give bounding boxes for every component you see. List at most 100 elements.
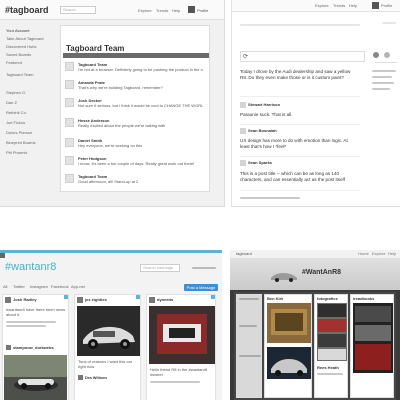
avatar — [240, 128, 246, 134]
divider — [317, 373, 343, 375]
car-photo-grid — [317, 303, 347, 361]
post-author: Dra Wilison — [85, 375, 107, 380]
sidebar-item-person-5[interactable]: Dolors Pierson — [6, 130, 32, 135]
sidebar-item-team[interactable]: Tagboard Team — [6, 72, 34, 77]
list-item[interactable]: Amanda Prate That's why we're building T… — [65, 80, 205, 97]
hashtag-banner: #WantAnR8 — [230, 258, 400, 290]
tab-all[interactable]: All — [3, 283, 7, 290]
divider — [382, 22, 396, 24]
avatar[interactable] — [188, 6, 195, 13]
post-author: Stewart Harrison — [248, 102, 281, 107]
car-photo — [353, 303, 393, 373]
sidebar-item-discovered[interactable]: Discovered Hubs — [6, 44, 36, 49]
avatar — [65, 174, 74, 183]
sidebar-item-featured[interactable]: Featured — [6, 60, 22, 65]
list-item[interactable]: Tagboard Team Good afternoon, all! Stand… — [65, 174, 205, 191]
list-item[interactable]: stampnow_dorkwebs — [6, 345, 66, 352]
sidebar-item-your-account[interactable]: Your Account — [6, 28, 29, 33]
search-input[interactable]: Search — [60, 6, 96, 14]
post-author: dyneeds — [157, 297, 174, 302]
car-photo — [149, 306, 215, 364]
list-item[interactable]: Peter Hodgson I know, it's been a fun co… — [65, 156, 205, 173]
screenshot-tagboard-feed: Explore Trends Help Profile ⟳ Today I dr… — [231, 0, 400, 207]
divider — [240, 190, 360, 191]
nav-help[interactable]: Help — [172, 8, 180, 13]
user-menu[interactable] — [192, 267, 216, 269]
post-text: Paraunie suck. That is all. — [240, 112, 293, 117]
post-text: #wantanr8 have there been news about it — [6, 307, 66, 317]
divider — [375, 62, 397, 63]
settings-icon[interactable] — [373, 52, 379, 58]
nav-explore[interactable]: Explore — [315, 3, 329, 8]
list-item[interactable]: Tagboard Team I'm not at a browser. Defi… — [65, 62, 205, 79]
sidebar-item-tour[interactable]: Take About Tagboard — [6, 36, 44, 41]
nav-explore[interactable]: Explore — [138, 8, 152, 13]
nav-trends[interactable]: Trends — [333, 3, 345, 8]
divider — [239, 355, 261, 357]
tab-instagram[interactable]: Instagram — [30, 283, 48, 290]
post-text: Good afternoon, all! Stand-up at 2 — [78, 179, 139, 184]
compose-icon: ⟳ — [243, 54, 249, 60]
tagboard-logo[interactable]: tagboard — [236, 251, 252, 257]
nav-explore[interactable]: Explore — [372, 251, 386, 257]
post-card[interactable]: fotografics Rees Heath — [314, 294, 348, 398]
sidebar-item-person-3[interactable]: Rethink Co. — [6, 110, 27, 115]
post-card[interactable]: ireadbooks — [350, 294, 394, 398]
avatar[interactable] — [0, 253, 5, 258]
divider — [240, 96, 360, 97]
avatar — [6, 345, 11, 350]
screenshot-hashtag-wall: tagboard Home Explore Help #WantAnR8 Ben… — [230, 250, 400, 400]
list-item[interactable]: Hesse Anderson Really excited about the … — [65, 118, 205, 135]
avatar[interactable] — [384, 52, 390, 58]
list-item[interactable]: Daniel Smith Hey everyone, we're working… — [65, 138, 205, 155]
list-item[interactable]: Dra Wilison — [78, 375, 138, 382]
post-author: Sean Bosnalah — [248, 128, 277, 133]
sidebar-item-saved[interactable]: Saved Boards — [6, 52, 31, 57]
post-card[interactable]: Ben Kirk — [264, 294, 312, 398]
car-photo — [4, 355, 67, 400]
search-input[interactable]: Search hashtags — [140, 264, 180, 272]
tab-appnet[interactable]: App.net — [71, 283, 85, 290]
divider — [239, 325, 257, 327]
user-menu[interactable]: Profile — [197, 8, 208, 13]
divider — [240, 24, 360, 26]
post-text: Hey everyone, we're working on this — [78, 143, 143, 148]
nav-home[interactable]: Home — [358, 251, 369, 257]
tagboard-logo[interactable]: #tagboard — [5, 5, 49, 15]
nav-help[interactable]: Help — [388, 251, 396, 257]
sidebar-item-person-6[interactable]: Blueprint Boards — [6, 140, 36, 145]
post-author: Sean Sparks — [248, 160, 273, 165]
list-item[interactable]: Josh Decker Not sure if serious, but I t… — [65, 98, 205, 115]
tab-twitter[interactable]: Twitter — [13, 283, 25, 290]
avatar — [240, 102, 246, 108]
board-toolbar — [63, 53, 209, 58]
sidebar-item-person-2[interactable]: Dan Z — [6, 100, 17, 105]
garage-photo — [267, 303, 311, 343]
hashtag-title: #WantAnR8 — [302, 269, 342, 276]
avatar[interactable] — [372, 2, 379, 9]
post-message-button[interactable]: Post a Message — [184, 284, 218, 291]
avatar — [5, 297, 11, 303]
compose-box[interactable]: ⟳ — [240, 51, 365, 62]
board-card: Tagboard Team Tagboard Team I'm not at a… — [60, 25, 210, 192]
divider — [372, 76, 392, 78]
avatar — [65, 80, 74, 89]
divider — [372, 88, 390, 90]
post-card[interactable] — [236, 294, 262, 398]
top-navigation-bar: Explore Trends Help Profile — [232, 0, 400, 12]
nav-help[interactable]: Help — [349, 3, 357, 8]
sidebar-item-person-1[interactable]: Stephen G. — [6, 90, 26, 95]
post-card[interactable]: jes eighties Tons of reasons I want this… — [74, 294, 141, 400]
post-text: Really excited about the people we're ta… — [78, 123, 166, 128]
tab-facebook[interactable]: Facebook — [51, 283, 69, 290]
avatar — [65, 156, 74, 165]
post-text: Not sure if serious, but I think it woul… — [78, 103, 203, 108]
post-card[interactable]: dyneeds Hello friend R8 in the #wantanr8… — [146, 294, 216, 400]
user-menu[interactable]: Profile — [381, 3, 392, 8]
post-text: UX design has more to do with emotion th… — [240, 138, 348, 149]
post-card[interactable]: Josh Radley #wantanr8 have there been ne… — [2, 294, 69, 400]
sidebar-item-person-4[interactable]: Joe Fickus — [6, 120, 25, 125]
nav-trends[interactable]: Trends — [156, 8, 168, 13]
sidebar-item-person-7[interactable]: Pitt Phoenix — [6, 150, 27, 155]
post-text: Today I drove by the Audi dealership and… — [240, 69, 351, 80]
